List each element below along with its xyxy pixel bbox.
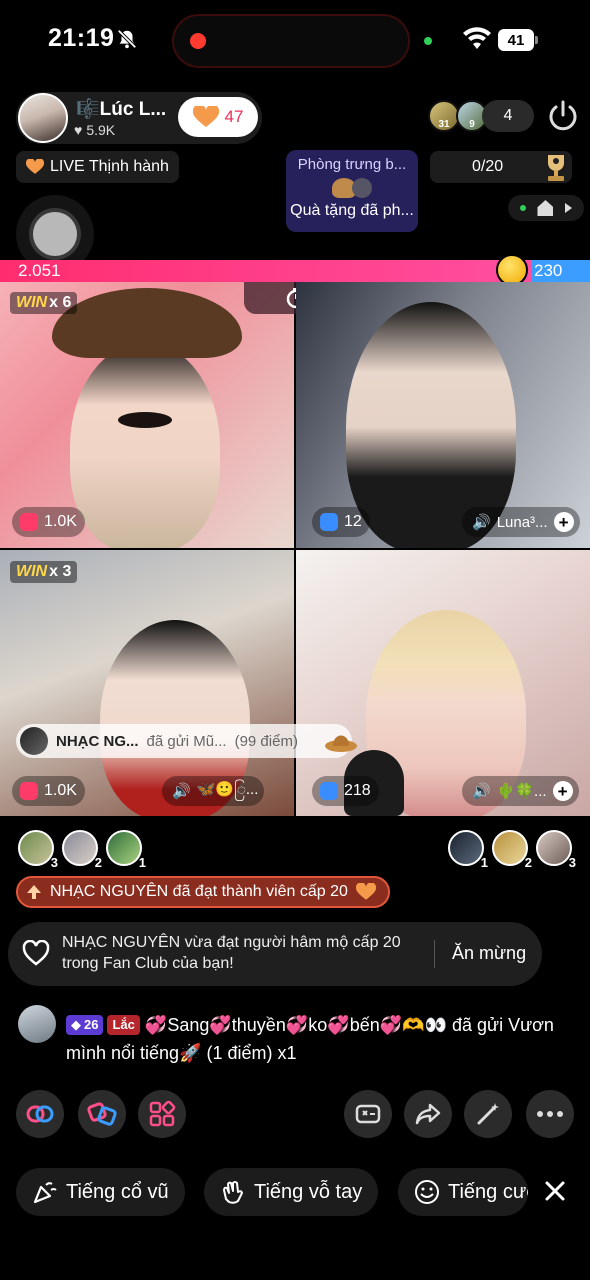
gift-stat[interactable]: 218 bbox=[312, 776, 379, 806]
top-contributor-avatar[interactable]: 2 bbox=[492, 830, 532, 870]
share-button[interactable] bbox=[404, 1090, 452, 1138]
cowboy-hat-icon bbox=[52, 288, 242, 358]
add-button[interactable]: + bbox=[553, 512, 574, 532]
top-contributor-avatar[interactable]: 3 bbox=[18, 830, 58, 870]
link-button[interactable] bbox=[16, 1090, 64, 1138]
cowboy-hat-icon bbox=[325, 735, 357, 752]
party-popper-icon bbox=[33, 1182, 57, 1204]
trending-badge[interactable]: LIVE Thịnh hành bbox=[16, 151, 179, 183]
host-name[interactable]: 🎼Lúc L... bbox=[76, 97, 166, 121]
win-streak-badge: WIN x 6 bbox=[10, 292, 78, 314]
top-contributor-avatar[interactable]: 1 bbox=[448, 830, 488, 870]
gift-gallery-subtitle: Quà tặng đã ph... bbox=[290, 202, 414, 219]
heart-orange-icon bbox=[26, 159, 44, 174]
heart-icon: ♥ bbox=[74, 122, 83, 138]
dynamic-island bbox=[172, 14, 410, 68]
celebrate-button[interactable]: Ăn mừng bbox=[452, 943, 526, 964]
gift-gallery-card[interactable]: Phòng trưng b... Quà tặng đã ph... bbox=[286, 150, 418, 232]
smile-icon bbox=[415, 1180, 439, 1204]
magic-wand-icon bbox=[477, 1103, 499, 1125]
diamond-icon: ◆ bbox=[71, 1017, 81, 1032]
win-streak-badge: WIN x 3 bbox=[10, 561, 78, 583]
level-badge: ◆ 26 bbox=[66, 1015, 104, 1035]
bell-muted-icon bbox=[117, 29, 137, 49]
participant-name-pill[interactable]: 🔊 🌵🍀... + bbox=[462, 776, 579, 806]
gift-box-icon bbox=[20, 513, 38, 531]
media-controls[interactable] bbox=[508, 195, 584, 221]
hands-icon: 🫶 bbox=[402, 1015, 425, 1035]
home-icon[interactable] bbox=[537, 200, 554, 216]
gift-stat[interactable]: 1.0K bbox=[12, 507, 85, 537]
participant-video bbox=[70, 342, 220, 548]
mustache-icon bbox=[118, 412, 172, 428]
pk-right-score: 230 bbox=[534, 261, 563, 280]
club-badge: Lắc bbox=[107, 1015, 140, 1035]
wifi-icon bbox=[463, 27, 491, 49]
pk-left-score: 2.051 bbox=[18, 261, 61, 280]
floating-control-knob[interactable] bbox=[33, 212, 77, 256]
rocket-icon: 🚀 bbox=[179, 1043, 202, 1063]
top-contributor-avatar[interactable]: 1 bbox=[106, 830, 146, 870]
game-button[interactable] bbox=[344, 1090, 392, 1138]
speaker-icon: 🔊 bbox=[472, 514, 491, 531]
avatar bbox=[352, 178, 372, 198]
hearts-icon: 💞 bbox=[144, 1015, 168, 1035]
follow-button[interactable]: 47 bbox=[178, 97, 258, 137]
pk-icon bbox=[87, 1102, 117, 1126]
top-contributor-avatar[interactable]: 2 bbox=[62, 830, 102, 870]
chat-avatar[interactable] bbox=[18, 1005, 56, 1043]
reaction-laugh[interactable]: Tiếng cười bbox=[398, 1168, 528, 1216]
recording-dot bbox=[190, 33, 206, 49]
status-time: 21:19 bbox=[48, 24, 115, 52]
divider bbox=[434, 940, 435, 968]
add-button[interactable]: + bbox=[552, 781, 573, 801]
camera-indicator bbox=[424, 37, 432, 45]
chevron-right-icon[interactable] bbox=[565, 203, 573, 213]
arrow-up-icon bbox=[27, 885, 41, 899]
gift-box-icon bbox=[320, 782, 338, 800]
gift-stat[interactable]: 1.0K bbox=[12, 776, 85, 806]
magic-button[interactable] bbox=[464, 1090, 512, 1138]
heart-orange-icon bbox=[192, 106, 219, 127]
pk-button[interactable] bbox=[78, 1090, 126, 1138]
share-arrow-icon bbox=[415, 1103, 441, 1125]
heart-orange-icon bbox=[355, 883, 376, 900]
more-features-button[interactable] bbox=[138, 1090, 186, 1138]
reaction-cheer[interactable]: Tiếng cổ vũ bbox=[16, 1168, 185, 1216]
participant-name-pill[interactable]: 🔊 Luna³... + bbox=[462, 507, 580, 537]
host-avatar[interactable] bbox=[18, 93, 68, 143]
member-level-notice: NHẠC NGUYÊN đã đạt thành viên cấp 20 bbox=[16, 876, 390, 908]
heart-outline-icon bbox=[22, 940, 50, 966]
speaker-icon: 🔊 bbox=[172, 783, 191, 800]
power-icon[interactable] bbox=[546, 99, 580, 133]
host-likes: ♥ 5.9K bbox=[74, 122, 116, 138]
clap-icon bbox=[223, 1181, 243, 1204]
avatar bbox=[20, 727, 48, 755]
more-dots-icon bbox=[537, 1111, 563, 1117]
more-button[interactable] bbox=[526, 1090, 574, 1138]
live-dot-icon bbox=[519, 205, 526, 211]
battery-indicator: 41 bbox=[498, 29, 534, 51]
reaction-clap[interactable]: Tiếng vỗ tay bbox=[204, 1168, 379, 1216]
battery-cap bbox=[535, 36, 538, 44]
link-icon bbox=[26, 1105, 54, 1123]
close-icon[interactable] bbox=[542, 1178, 568, 1204]
viewer-count[interactable]: 4 bbox=[482, 100, 534, 132]
gift-icons bbox=[286, 176, 418, 200]
fan-club-text: NHẠC NGUYÊN vừa đạt người hâm mộ cấp 20 … bbox=[62, 934, 401, 972]
participant-name-pill[interactable]: 🔊 🦋🙂ြ... bbox=[162, 776, 265, 806]
gift-gallery-title: Phòng trưng b... bbox=[297, 156, 407, 173]
game-icon bbox=[355, 1104, 381, 1124]
chat-message: ◆ 26 Lắc 💞Sang💞thuyền💞ko💞bến💞🫶👀 đã gửi Vươ… bbox=[66, 1011, 576, 1067]
speaker-icon: 🔊 bbox=[472, 783, 491, 800]
gift-box-icon bbox=[320, 513, 338, 531]
gift-box-icon bbox=[20, 782, 38, 800]
music-note-icon: 🎼 bbox=[76, 99, 100, 120]
gift-stat[interactable]: 12 bbox=[312, 507, 370, 537]
top-contributor-avatar[interactable]: 3 bbox=[536, 830, 576, 870]
grid-icon bbox=[149, 1100, 176, 1127]
trophy-icon bbox=[548, 155, 564, 181]
gift-notification: NHẠC NG... đã gửi Mũ... (99 điểm) bbox=[16, 724, 352, 758]
